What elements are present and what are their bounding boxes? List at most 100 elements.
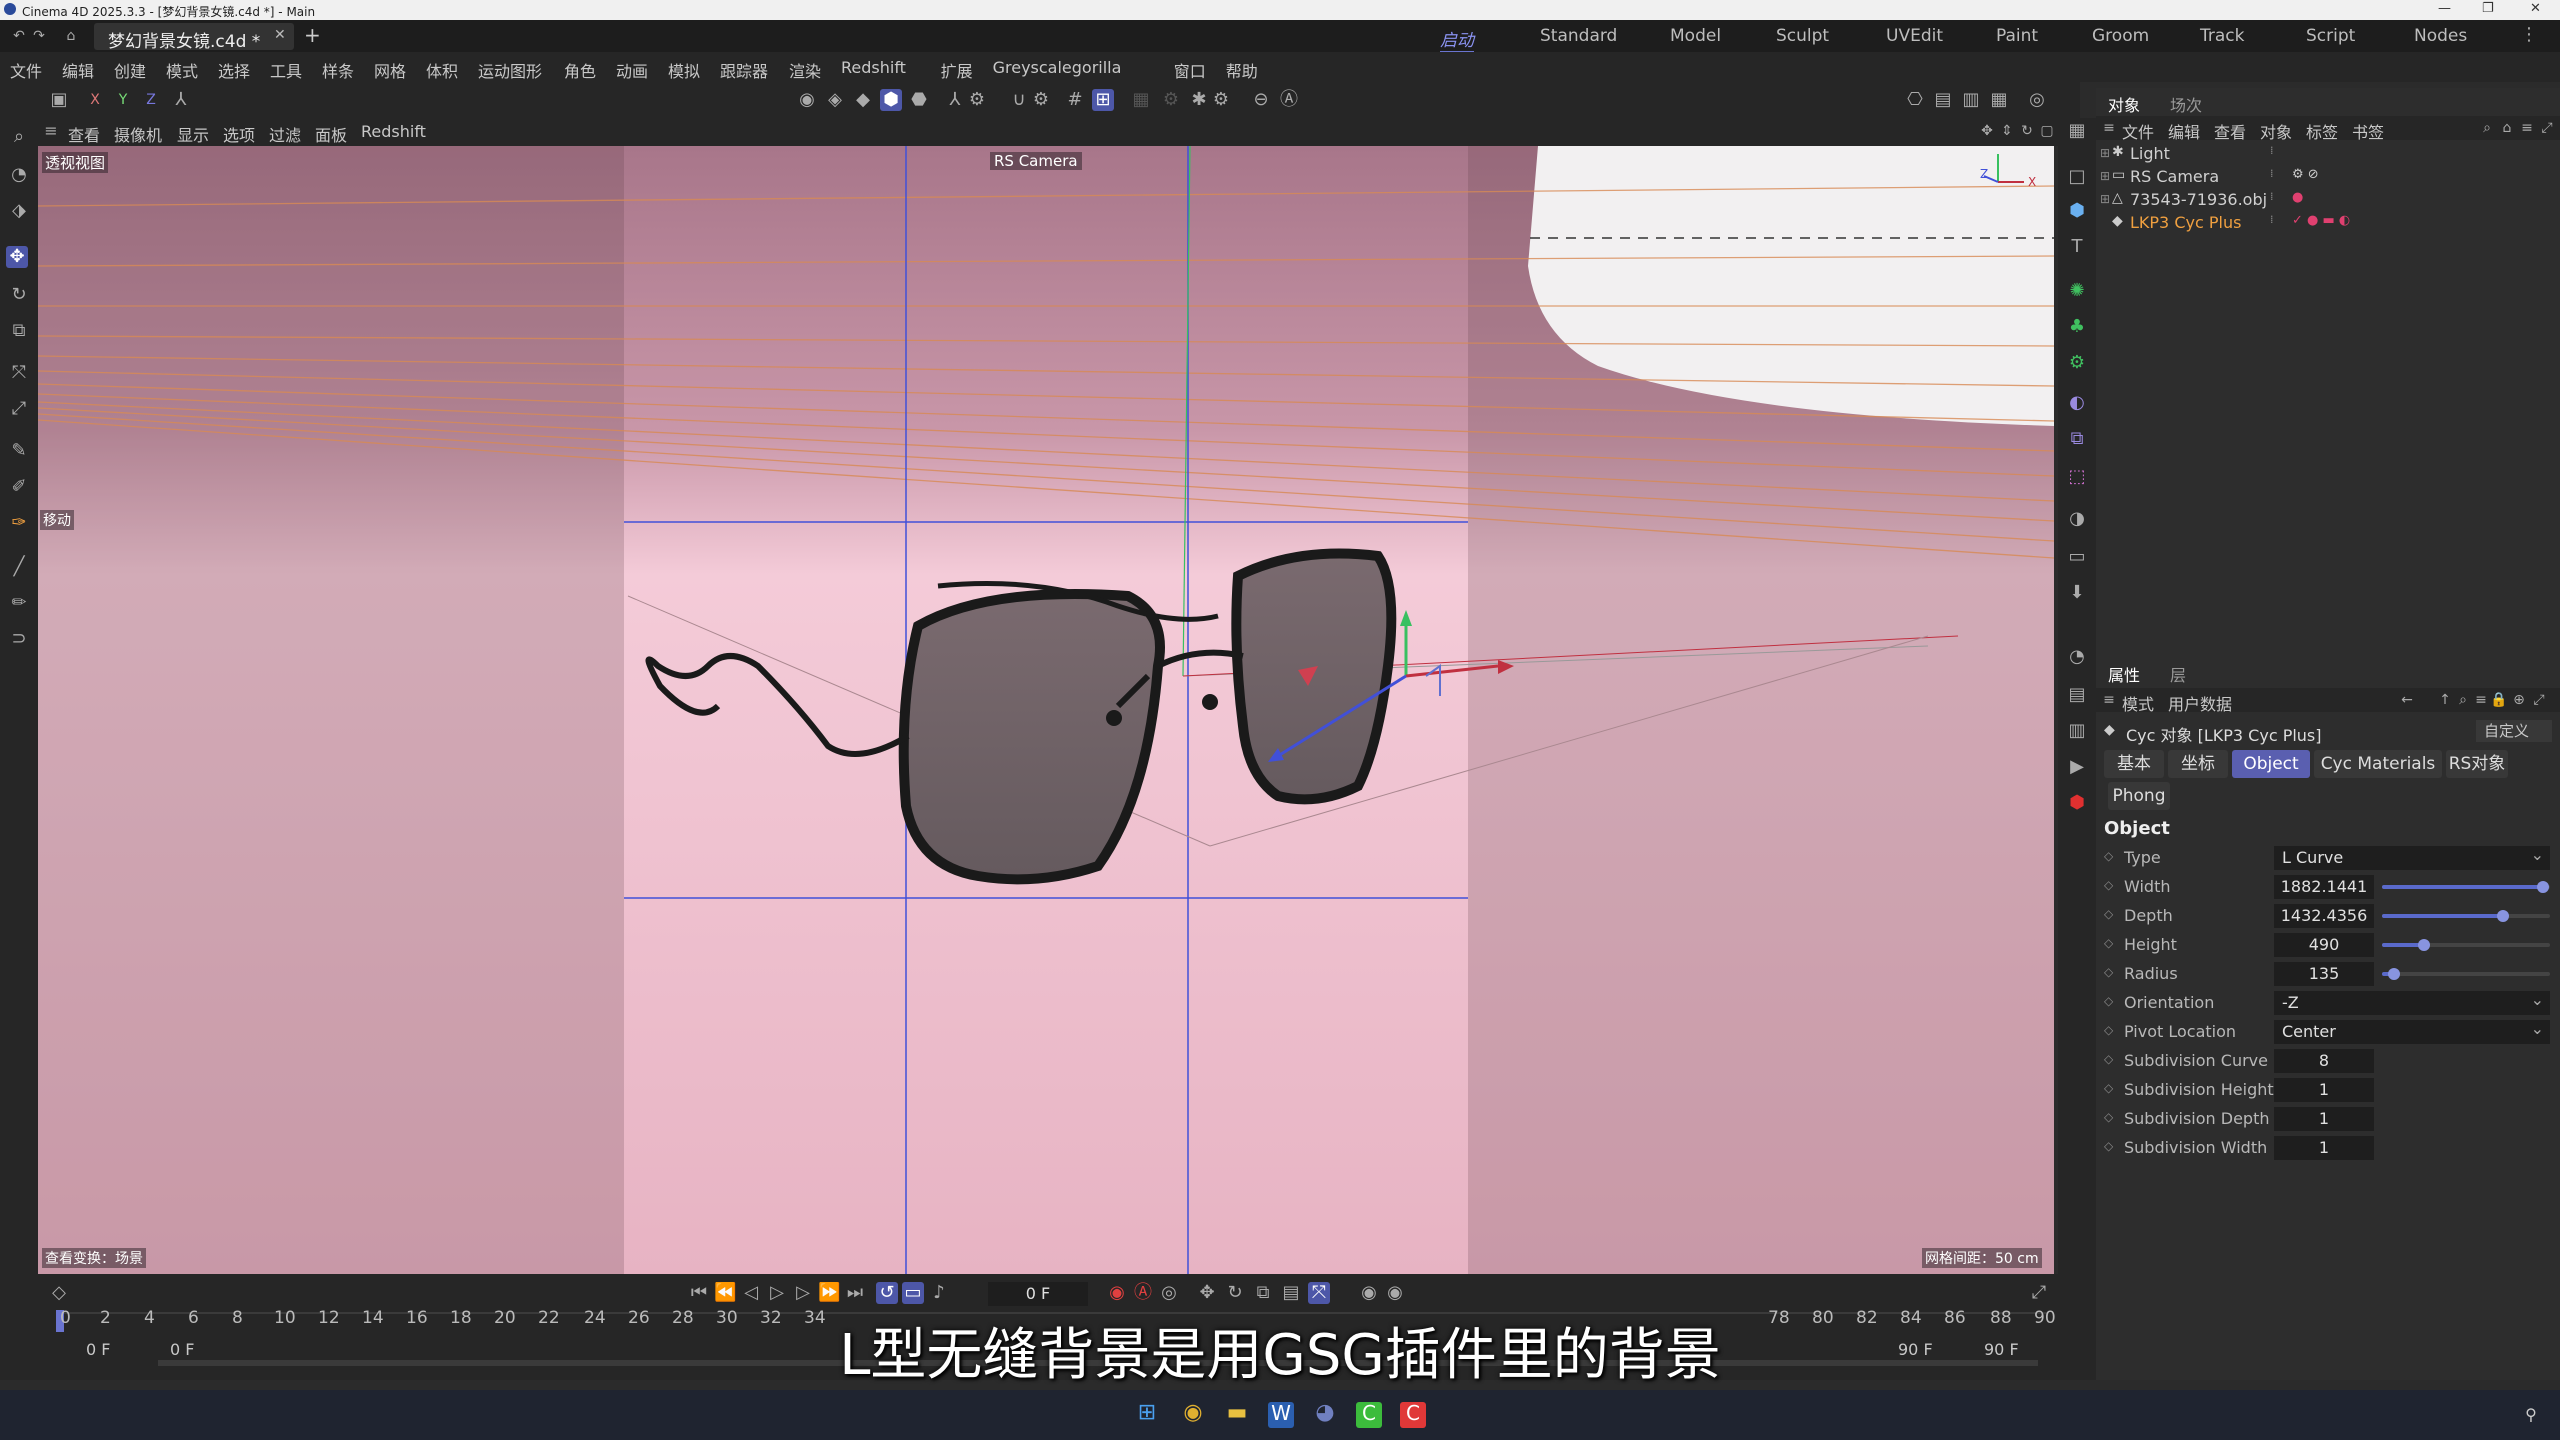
brush-icon[interactable]: ╱ (8, 556, 30, 578)
more-icon[interactable]: ⋮ (2520, 24, 2538, 45)
object-name[interactable]: 73543-71936.obj (2130, 190, 2267, 209)
param-field[interactable]: 135 (2274, 962, 2374, 986)
expand-icon[interactable]: ⊞ (2100, 192, 2110, 206)
maximize-icon[interactable]: ❐ (2482, 1, 2494, 16)
attribute-button-0[interactable]: 基本 (2104, 750, 2164, 778)
object-manager-icon[interactable]: ▦ (2066, 120, 2088, 142)
param-dropdown[interactable]: -Z (2274, 988, 2550, 1015)
keyframe-selection-icon[interactable]: ◎ (1158, 1282, 1180, 1304)
menu-item-3[interactable]: 模式 (166, 58, 198, 82)
menu-item-7[interactable]: 网格 (374, 58, 406, 82)
object-name[interactable]: Light (2130, 144, 2170, 163)
menu-item-18[interactable]: 窗口 (1174, 58, 1206, 82)
layout-tab-9[interactable]: Nodes (2414, 26, 2467, 46)
key-pla-icon[interactable]: ⤧ (1308, 1282, 1330, 1304)
keyframe-icon[interactable]: ◇ (48, 1282, 70, 1304)
current-frame-field[interactable]: 0 F (988, 1282, 1088, 1306)
menu-item-6[interactable]: 样条 (322, 58, 354, 82)
viewport-zoom-icon[interactable]: ⇕ (1996, 120, 2018, 142)
interaction-icon[interactable]: ⊖ (1250, 89, 1272, 111)
object-filter-icon[interactable]: ≡ (2516, 117, 2538, 139)
sound-icon[interactable]: ♪ (928, 1282, 950, 1304)
param-keyframe-icon[interactable]: ◇ (2104, 907, 2113, 921)
menu-item-16[interactable]: 扩展 (941, 58, 973, 82)
phong-button[interactable]: Phong (2108, 782, 2170, 810)
attribute-button-4[interactable]: RS对象 (2446, 750, 2508, 778)
pencil-icon[interactable]: ✏ (8, 592, 30, 614)
menu-item-10[interactable]: 角色 (564, 58, 596, 82)
layout-tab-7[interactable]: Track (2200, 26, 2244, 46)
back-icon[interactable]: ← (2396, 689, 2418, 711)
prev-frame-icon[interactable]: ◁ (740, 1282, 762, 1304)
undo-icon[interactable]: ↶ (8, 25, 30, 47)
object-menu-item-1[interactable]: 编辑 (2168, 119, 2200, 143)
axis-x-icon[interactable]: X (84, 89, 106, 111)
record-icon[interactable]: ◉ (1106, 1282, 1128, 1304)
cinema4d-icon[interactable]: ◕ (1312, 1402, 1338, 1428)
file-explorer-icon[interactable]: ▬ (1224, 1402, 1250, 1428)
object-row[interactable]: ◆ LKP3 Cyc Plus ⁞ ✓ ● ▬ ◐ (2096, 213, 2560, 235)
volume-icon[interactable]: ⧉ (2066, 428, 2088, 450)
go-start-icon[interactable]: ⏮ (688, 1282, 710, 1304)
render-icon[interactable]: ▥ (2066, 720, 2088, 742)
object-row[interactable]: ⊞ △ 73543-71936.obj ⁞ ● (2096, 190, 2560, 212)
attribute-menu-mode[interactable]: 模式 (2122, 691, 2154, 715)
object-name[interactable]: LKP3 Cyc Plus (2130, 213, 2241, 232)
viewport-menu-item-2[interactable]: 显示 (177, 122, 209, 146)
menu-item-8[interactable]: 体积 (426, 58, 458, 82)
menu-item-5[interactable]: 工具 (270, 58, 302, 82)
attribute-button-2[interactable]: Object (2232, 750, 2310, 778)
prev-key-icon[interactable]: ⏪ (714, 1282, 736, 1304)
magnet-tool-icon[interactable]: ⊃ (8, 628, 30, 650)
object-row[interactable]: ⊞ ▭ RS Camera ⁞ ⚙ ⊘ (2096, 167, 2560, 189)
add-tab-icon[interactable]: + (304, 23, 321, 47)
system-tray-icon[interactable]: ⚲ (2520, 1404, 2542, 1426)
layout-tab-5[interactable]: Paint (1996, 26, 2038, 46)
redshift-icon[interactable]: ⬢ (2066, 792, 2088, 814)
render-picture-viewer-icon[interactable]: ▥ (1960, 89, 1982, 111)
redo-icon[interactable]: ↷ (28, 25, 50, 47)
param-field[interactable]: 1 (2274, 1107, 2374, 1131)
param-slider[interactable] (2382, 910, 2550, 922)
primitive-icon[interactable]: ⬢ (2066, 200, 2088, 222)
camera-label[interactable]: RS Camera (990, 152, 1082, 170)
layout-tab-6[interactable]: Groom (2092, 26, 2149, 46)
motion-icon[interactable]: ◉ (1358, 1282, 1380, 1304)
loop-icon[interactable]: ↺ (876, 1282, 898, 1304)
object-row[interactable]: ⊞ ✱ Light ⁞ (2096, 144, 2560, 166)
menu-item-14[interactable]: 渲染 (789, 58, 821, 82)
spline-pen-icon[interactable]: ✎ (8, 440, 30, 462)
menu-item-1[interactable]: 编辑 (62, 58, 94, 82)
new-scene-icon[interactable]: ▣ (48, 89, 70, 111)
object-menu-item-4[interactable]: 标签 (2306, 119, 2338, 143)
viewport-menu-item-4[interactable]: 过滤 (269, 122, 301, 146)
minimize-icon[interactable]: — (2438, 1, 2451, 16)
param-dropdown[interactable]: Center (2274, 1017, 2550, 1044)
windows-start-icon[interactable]: ⊞ (1134, 1402, 1160, 1428)
environment-icon[interactable]: ◑ (2066, 508, 2088, 530)
param-field[interactable]: 1 (2274, 1078, 2374, 1102)
axis-y-icon[interactable]: Y (112, 89, 134, 111)
attribute-button-3[interactable]: Cyc Materials (2314, 750, 2442, 778)
param-field[interactable]: 1432.4356 (2274, 904, 2374, 928)
key-position-icon[interactable]: ✥ (1196, 1282, 1218, 1304)
param-keyframe-icon[interactable]: ◇ (2104, 1081, 2113, 1095)
param-keyframe-icon[interactable]: ◇ (2104, 994, 2113, 1008)
object-tag-icon[interactable]: ✓ ● ▬ ◐ (2292, 213, 2350, 228)
visibility-dots-icon[interactable]: ⁞ (2270, 167, 2274, 180)
viewport-menu-item-6[interactable]: Redshift (361, 122, 426, 141)
field-icon[interactable]: ◐ (2066, 392, 2088, 414)
expand-icon[interactable]: ⊞ (2100, 146, 2110, 160)
menu-item-13[interactable]: 跟踪器 (720, 58, 768, 82)
coordinate-system-icon[interactable]: ⅄ (170, 89, 192, 111)
menu-item-11[interactable]: 动画 (616, 58, 648, 82)
viewport-layout-icon[interactable]: ▢ (2036, 120, 2058, 142)
snap-settings-icon[interactable]: ⚙ (1030, 89, 1052, 111)
document-tab[interactable]: 梦幻背景女镜.c4d * ✕ (94, 23, 294, 52)
picture-viewer-icon[interactable]: ▤ (2066, 684, 2088, 706)
viewport-menu-item-3[interactable]: 选项 (223, 122, 255, 146)
param-field[interactable]: 1882.1441 (2274, 875, 2374, 899)
grid-snap-icon[interactable]: # (1064, 89, 1086, 111)
light-icon[interactable]: ⬇ (2066, 582, 2088, 604)
render-region-icon[interactable]: ▤ (1932, 89, 1954, 111)
